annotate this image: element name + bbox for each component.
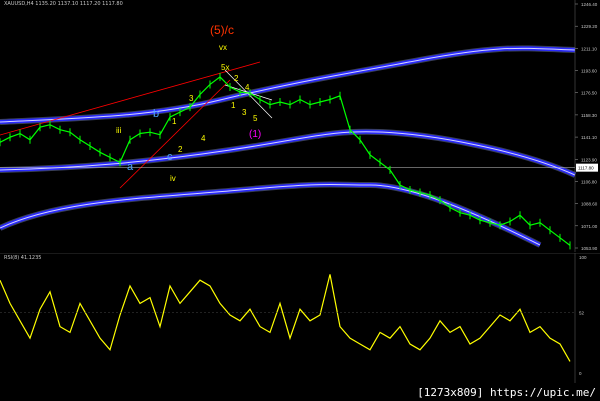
wave-label-iii: iii (116, 126, 122, 135)
regression-channels (0, 45, 577, 248)
price-tick-label: 1193.60 (581, 69, 597, 74)
price-tick-label: 1071.00 (581, 224, 598, 229)
price-tick-label: 1246.40 (581, 2, 598, 7)
wave-label-a: a (127, 161, 134, 173)
channel-band-1 (0, 128, 577, 178)
rsi-header: RSI(8) 41.1235 (4, 255, 42, 261)
channel-band-2 (0, 183, 541, 246)
price-tick-label: 1176.50 (581, 91, 597, 96)
wave-label-vx: vx (219, 43, 227, 52)
price-tick-label: 1053.90 (581, 246, 598, 251)
symbol-header: XAUUSD,H4 1135.20 1137.10 1117.20 1117.8… (4, 1, 123, 7)
rsi-axis: 100 52 0 (574, 253, 587, 383)
price-series (0, 72, 571, 250)
price-tick-label: 1211.10 (581, 46, 597, 51)
wave-label-q3: 3 (242, 108, 247, 117)
price-axis: 1246.40 1229.20 1211.10 1193.60 1176.50 1158.… (574, 0, 598, 252)
price-tick-label: 1123.90 (581, 157, 597, 162)
wave-label-p1: 1 (172, 117, 177, 126)
current-price-label: 1117.80 (578, 166, 594, 171)
wave-label-iv: iv (170, 174, 176, 183)
trend-lines (0, 61, 575, 189)
trading-terminal: (5)/c vx 5x 1 2 3 4 1 2 3 4 5 b a c iii iv (1) 1246.40 122… (0, 0, 600, 401)
wave-label-p4: 4 (201, 134, 206, 143)
watermark: [1273x809] https://upic.me/ (417, 386, 596, 399)
channel-band-2 (0, 181, 542, 248)
rsi-tick-label: 0 (579, 371, 582, 376)
wave-label-q2: 2 (234, 74, 239, 83)
rsi-line (0, 274, 571, 362)
channel-band-2 (0, 182, 541, 247)
rsi-panel[interactable]: 100 52 0 (0, 253, 600, 383)
wave-label-big: (5)/c (210, 23, 234, 37)
price-chart[interactable]: (5)/cvx5x123412345baciiiiv(1) 1246.40122… (0, 0, 600, 252)
rsi-tick-label: 52 (579, 311, 585, 316)
price-tick-label: 1088.60 (581, 202, 598, 207)
wave-label-paren1: (1) (249, 129, 261, 140)
price-tick-label: 1229.20 (581, 24, 598, 29)
wave-label-c: c (167, 151, 173, 163)
wave-label-five_x: 5x (221, 63, 229, 72)
price-tick-label: 1106.80 (581, 179, 597, 184)
rsi-tick-label: 100 (579, 255, 587, 260)
wave-label-p3: 3 (189, 94, 194, 103)
wedge-line-a (224, 69, 273, 119)
wave-label-q5: 5 (253, 114, 258, 123)
red-trendline-lower (119, 79, 231, 189)
wave-label-q4: 4 (245, 83, 250, 92)
rsi-series (0, 253, 600, 362)
price-tick-label: 1141.10 (581, 135, 597, 140)
wave-label-b: b (153, 108, 159, 120)
wave-label-p2: 2 (178, 145, 183, 154)
wave-label-q1: 1 (231, 101, 236, 110)
price-tick-label: 1158.30 (581, 113, 597, 118)
